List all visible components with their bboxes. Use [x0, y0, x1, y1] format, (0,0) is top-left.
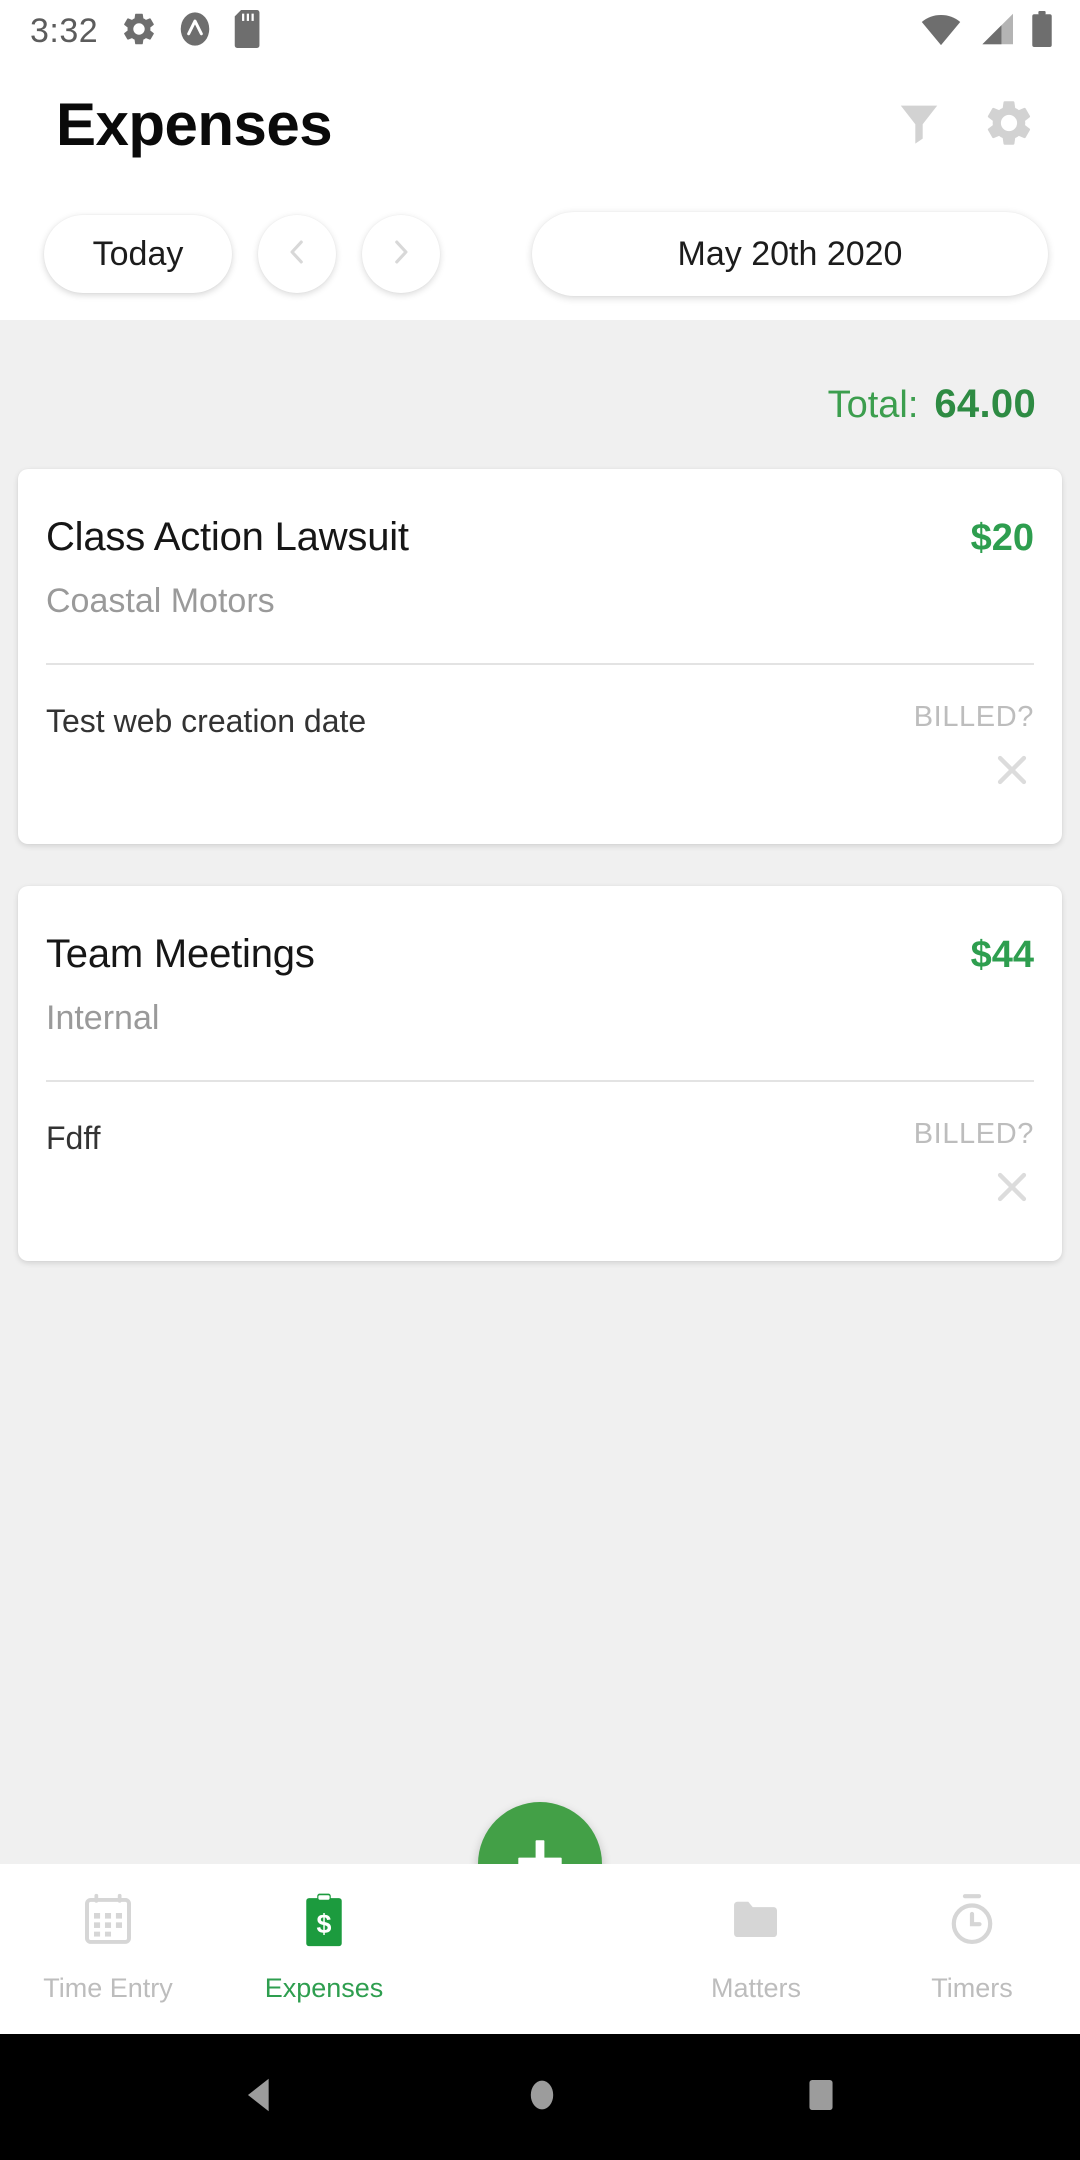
expense-card-footer: Test web creation date BILLED?: [46, 665, 1034, 844]
chevron-right-icon: [384, 235, 418, 274]
date-navigation-bar: Today May 20th 2020: [0, 188, 1080, 320]
x-mark-icon[interactable]: [990, 1165, 1034, 1209]
nav-label-matters: Matters: [710, 1973, 802, 2003]
expense-client-name: Coastal Motors: [46, 582, 275, 620]
wifi-icon: [920, 12, 962, 51]
billed-label: BILLED?: [913, 701, 1034, 733]
settings-button[interactable]: [978, 94, 1040, 156]
filter-button[interactable]: [888, 94, 950, 156]
expense-amount: $44: [970, 934, 1034, 976]
today-button[interactable]: Today: [44, 215, 232, 293]
expense-card-footer: Fdff BILLED?: [46, 1082, 1034, 1261]
billed-status[interactable]: BILLED?: [914, 701, 1034, 792]
expenses-list-area: Total: 64.00 Class Action Lawsuit $20 Co…: [0, 320, 1080, 1864]
status-bar-notification-icons: [120, 9, 266, 53]
expense-description: Fdff: [46, 1120, 101, 1156]
gear-icon: [120, 10, 158, 53]
folder-icon: [728, 1892, 784, 1953]
page-title: Expenses: [56, 91, 333, 158]
expense-matter-title: Class Action Lawsuit: [46, 515, 409, 559]
app-logo-icon: [176, 10, 214, 53]
expense-client-name: Internal: [46, 999, 160, 1037]
phone-screen: 3:32 Expenses Today May 20th 2020 Total:…: [0, 0, 1080, 2160]
nav-label-timers: Timers: [931, 1973, 1013, 2003]
stopwatch-icon: [944, 1892, 1000, 1953]
chevron-left-icon: [280, 235, 314, 274]
cellular-signal-icon: [976, 12, 1016, 51]
billed-label: BILLED?: [913, 1118, 1034, 1150]
plus-icon: [509, 1831, 571, 1864]
battery-icon: [1030, 10, 1054, 52]
x-mark-icon[interactable]: [990, 748, 1034, 792]
bottom-navigation-bar: Time Entry $ Expenses Matters Timers: [0, 1864, 1080, 2034]
expense-card[interactable]: Team Meetings $44 Internal Fdff BILLED?: [18, 886, 1062, 1261]
recents-square-icon[interactable]: [800, 2072, 842, 2123]
expense-amount: $20: [970, 517, 1034, 559]
total-label: Total:: [827, 384, 919, 426]
svg-text:$: $: [317, 1909, 332, 1939]
nav-item-timers[interactable]: Timers: [864, 1892, 1080, 2004]
nav-label-expenses: Expenses: [264, 1973, 384, 2003]
sd-card-icon: [232, 9, 266, 53]
app-bar-actions: [888, 94, 1040, 156]
nav-item-matters[interactable]: Matters: [648, 1892, 864, 2004]
add-expense-fab[interactable]: [478, 1802, 602, 1864]
status-bar-system-icons: [920, 10, 1054, 52]
status-bar: 3:32: [0, 0, 1080, 62]
total-summary: Total: 64.00: [18, 320, 1062, 427]
expense-description: Test web creation date: [46, 703, 367, 739]
calendar-icon: [80, 1892, 136, 1953]
filter-icon: [893, 97, 945, 154]
status-bar-clock: 3:32: [30, 11, 99, 50]
expense-matter-title: Team Meetings: [46, 932, 315, 976]
expense-card-header: Team Meetings $44: [46, 886, 1034, 977]
nav-label-time-entry: Time Entry: [43, 1973, 173, 2003]
back-triangle-icon[interactable]: [238, 2072, 284, 2123]
current-date-button[interactable]: May 20th 2020: [532, 212, 1048, 296]
billed-status[interactable]: BILLED?: [914, 1118, 1034, 1209]
expense-card-header: Class Action Lawsuit $20: [46, 469, 1034, 560]
next-day-button[interactable]: [362, 215, 440, 293]
android-system-nav: [0, 2034, 1080, 2160]
settings-gear-icon: [982, 96, 1036, 155]
nav-item-expenses[interactable]: $ Expenses: [216, 1892, 432, 2004]
total-value: 64.00: [934, 382, 1036, 426]
clipboard-dollar-icon: $: [296, 1892, 352, 1953]
previous-day-button[interactable]: [258, 215, 336, 293]
nav-item-time-entry[interactable]: Time Entry: [0, 1892, 216, 2004]
home-circle-icon[interactable]: [521, 2072, 563, 2123]
app-bar: Expenses: [0, 62, 1080, 188]
expense-card[interactable]: Class Action Lawsuit $20 Coastal Motors …: [18, 469, 1062, 844]
